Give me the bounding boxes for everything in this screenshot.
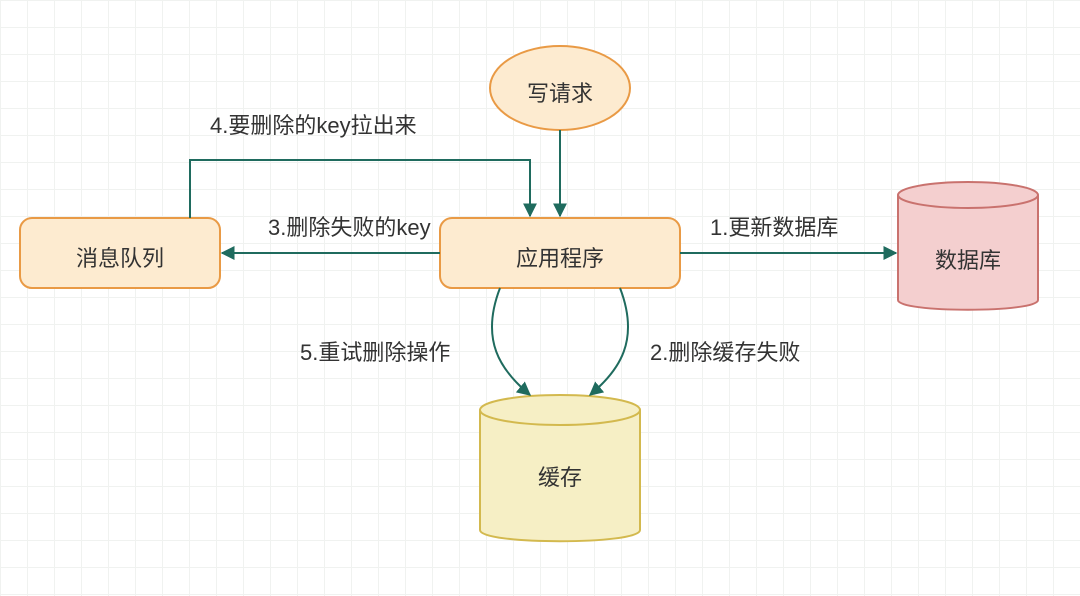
edge-2-delete-cache-fail — [590, 288, 628, 395]
label-cache: 缓存 — [530, 460, 590, 492]
label-edge-2: 2.删除缓存失败 — [650, 335, 800, 367]
label-database: 数据库 — [928, 243, 1008, 275]
edge-5-retry-delete — [492, 288, 530, 395]
label-message-queue: 消息队列 — [60, 241, 180, 273]
label-edge-3: 3.删除失败的key — [268, 210, 431, 242]
label-edge-1: 1.更新数据库 — [710, 210, 838, 242]
label-application: 应用程序 — [500, 241, 620, 273]
label-edge-4: 4.要删除的key拉出来 — [210, 108, 417, 140]
label-write-request: 写请求 — [520, 76, 600, 108]
label-edge-5: 5.重试删除操作 — [300, 335, 450, 367]
